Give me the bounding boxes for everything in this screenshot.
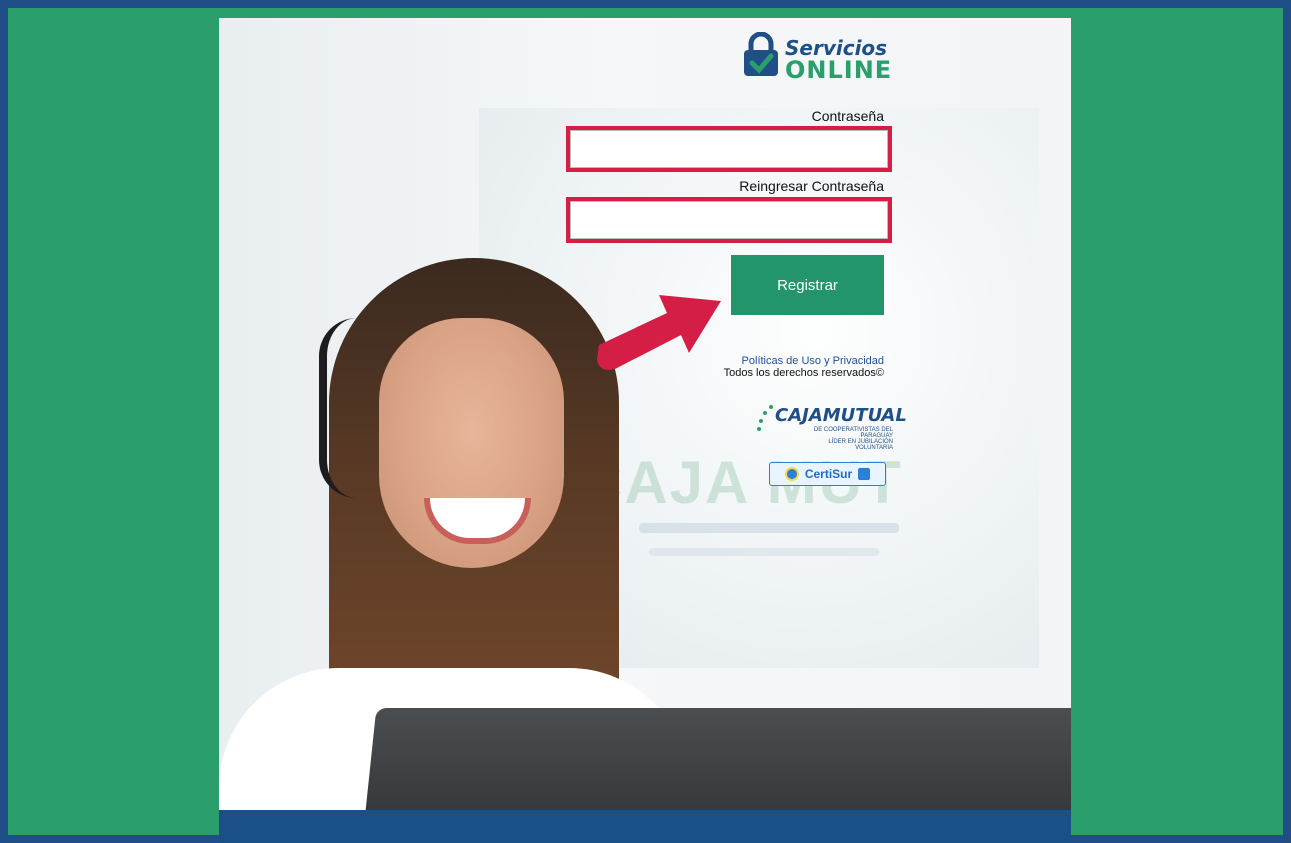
logo-line2: ONLINE [785,56,893,84]
password-input[interactable] [570,130,888,168]
rights-text: Todos los derechos reservados© [723,367,884,379]
page-frame: CAJA MUT Servicios ONLINE Contraseña Rei… [8,8,1283,843]
caja-mutual-name: CAJAMUTUAL [775,405,907,426]
stars-icon [757,405,773,431]
repeat-password-label: Reingresar Contraseña [739,178,884,194]
password-field-highlight [566,126,892,172]
lock-icon [858,468,871,480]
privacy-policy-link[interactable]: Políticas de Uso y Privacidad [671,355,884,367]
caja-mutual-tagline: DE COOPERATIVISTAS DEL PARAGUAY LÍDER EN… [793,427,893,451]
lock-check-icon [744,31,778,76]
background-sign-line [649,548,879,556]
password-label: Contraseña [811,108,884,124]
repeat-password-input[interactable] [570,201,888,239]
footer-bar [219,810,1071,843]
certisur-badge[interactable]: CertiSur [769,462,886,486]
servicios-online-logo: Servicios ONLINE [741,31,893,86]
certisur-label: CertiSur [804,467,853,481]
repeat-password-field-highlight [566,197,892,243]
certisur-badge-icon [784,467,799,481]
register-button[interactable]: Registrar [731,255,884,315]
footer-links: Políticas de Uso y Privacidad Todos los … [671,355,884,379]
caja-tagline-line1: DE COOPERATIVISTAS DEL PARAGUAY [813,427,893,439]
caja-mutual-logo: CAJAMUTUAL DE COOPERATIVISTAS DEL PARAGU… [755,401,907,451]
registration-panel: CAJA MUT Servicios ONLINE Contraseña Rei… [219,18,1071,843]
headset-icon [319,318,357,498]
caja-tagline-line2: LÍDER EN JUBILACIÓN VOLUNTARIA [828,439,893,451]
